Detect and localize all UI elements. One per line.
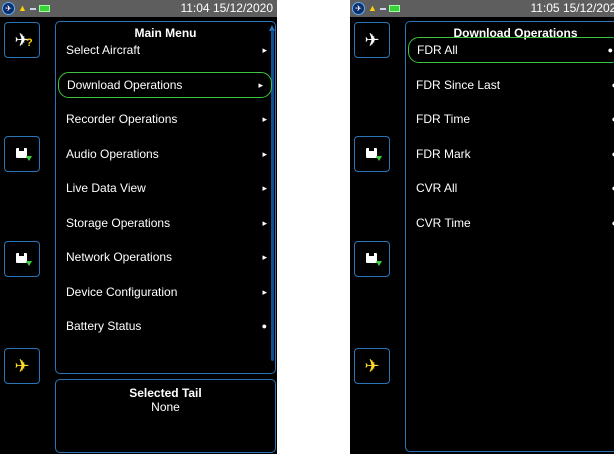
download-operations-panel: Download Operations FDR All ● FDR Since …: [405, 21, 614, 452]
download-side-button[interactable]: [4, 136, 40, 172]
menu-item-battery-status[interactable]: Battery Status ●: [56, 313, 275, 339]
menu-item-label: Recorder Operations: [66, 112, 178, 126]
link-icon: [379, 7, 386, 10]
menu-item-cvr-time[interactable]: CVR Time ●: [406, 210, 614, 236]
link-icon: [29, 7, 36, 10]
download-arrow-icon: [376, 261, 382, 266]
download-side-button-2[interactable]: [4, 241, 40, 277]
menu-item-label: Download Operations: [67, 77, 183, 92]
download-side-button[interactable]: [354, 136, 390, 172]
menu-item-label: Select Aircraft: [66, 43, 141, 57]
menu-item-label: Battery Status: [66, 319, 142, 333]
submenu-arrow-icon: ▸: [258, 79, 263, 90]
aircraft-side-button[interactable]: ✈: [4, 348, 40, 384]
download-operations-screen: ✈ ▲ 11:05 15/12/2020 ✈ ✈ Download Operat…: [350, 0, 614, 454]
select-aircraft-side-button[interactable]: ✈ ?: [4, 22, 40, 58]
menu-item-fdr-mark[interactable]: FDR Mark ●: [406, 141, 614, 167]
menu-item-label: Audio Operations: [66, 146, 159, 161]
menu-list: FDR All ● FDR Since Last ● FDR Time ● FD…: [406, 37, 614, 244]
submenu-arrow-icon: ▸: [262, 45, 267, 55]
menu-item-device-configuration[interactable]: Device Configuration ▸: [56, 279, 275, 305]
aircraft-side-button[interactable]: ✈: [354, 348, 390, 384]
action-dot-icon: ●: [607, 45, 613, 55]
menu-item-label: Network Operations: [66, 250, 173, 264]
menu-item-recorder-operations[interactable]: Recorder Operations ▸: [56, 106, 275, 132]
submenu-arrow-icon: ▸: [262, 217, 267, 228]
menu-item-label: FDR All: [417, 43, 458, 57]
menu-item-fdr-time[interactable]: FDR Time ●: [406, 106, 614, 132]
menu-item-label: Live Data View: [66, 181, 146, 195]
download-side-button-2[interactable]: [354, 241, 390, 277]
submenu-arrow-icon: ▸: [262, 148, 267, 159]
main-menu-panel: Main Menu Select Aircraft ▸ Download Ope…: [55, 21, 276, 374]
submenu-arrow-icon: ▸: [262, 183, 267, 193]
select-aircraft-side-button[interactable]: ✈: [354, 22, 390, 58]
menu-item-storage-operations[interactable]: Storage Operations ▸: [56, 210, 275, 236]
action-dot-icon: ●: [261, 321, 267, 331]
menu-item-fdr-since-last[interactable]: FDR Since Last ●: [406, 72, 614, 98]
status-time: 11:05 15/12/2020: [530, 1, 614, 15]
battery-icon: [388, 5, 400, 12]
submenu-arrow-icon: ▸: [262, 252, 267, 262]
menu-item-select-aircraft[interactable]: Select Aircraft ▸: [56, 37, 275, 63]
connection-airplane-icon: ✈: [352, 2, 365, 15]
menu-item-audio-operations[interactable]: Audio Operations ▸: [56, 141, 275, 167]
status-bar: ✈ ▲ 11:05 15/12/2020: [350, 0, 614, 17]
battery-icon: [38, 5, 50, 12]
submenu-arrow-icon: ▸: [262, 114, 267, 124]
menu-item-label: FDR Since Last: [416, 77, 501, 92]
menu-item-live-data-view[interactable]: Live Data View ▸: [56, 175, 275, 201]
menu-item-fdr-all[interactable]: FDR All ●: [408, 37, 614, 63]
download-arrow-icon: [26, 261, 32, 266]
menu-item-download-operations[interactable]: Download Operations ▸: [58, 71, 272, 98]
connection-airplane-icon: ✈: [2, 2, 15, 15]
status-bar: ✈ ▲ 11:04 15/12/2020: [0, 0, 277, 17]
question-mark-icon: ?: [26, 37, 33, 49]
status-time: 11:04 15/12/2020: [180, 1, 273, 15]
download-arrow-icon: [26, 156, 32, 161]
menu-item-label: FDR Mark: [416, 146, 471, 161]
airplane-icon: ✈: [14, 356, 30, 376]
airplane-icon: ✈: [364, 356, 380, 376]
selected-tail-panel: Selected Tail None: [55, 379, 276, 453]
menu-item-label: CVR All: [416, 181, 458, 195]
download-arrow-icon: [376, 156, 382, 161]
selected-tail-title: Selected Tail: [129, 386, 202, 400]
submenu-arrow-icon: ▸: [262, 286, 267, 297]
menu-item-label: Storage Operations: [66, 215, 171, 230]
main-menu-screen: ✈ ▲ 11:04 15/12/2020 ✈ ? ✈ Main Menu Sel…: [0, 0, 277, 454]
selected-tail-value: None: [151, 400, 180, 414]
menu-item-label: FDR Time: [416, 112, 470, 126]
warning-icon: ▲: [368, 3, 377, 13]
status-icons: ✈ ▲: [352, 2, 400, 15]
warning-icon: ▲: [18, 3, 27, 13]
airplane-icon: ✈: [364, 30, 380, 50]
menu-list: Select Aircraft ▸ Download Operations ▸ …: [56, 37, 275, 348]
status-icons: ✈ ▲: [2, 2, 50, 15]
airplane-icon: ✈: [14, 30, 30, 50]
menu-item-label: CVR Time: [416, 215, 471, 230]
menu-item-network-operations[interactable]: Network Operations ▸: [56, 244, 275, 270]
menu-item-cvr-all[interactable]: CVR All ●: [406, 175, 614, 201]
menu-item-label: Device Configuration: [66, 284, 178, 299]
